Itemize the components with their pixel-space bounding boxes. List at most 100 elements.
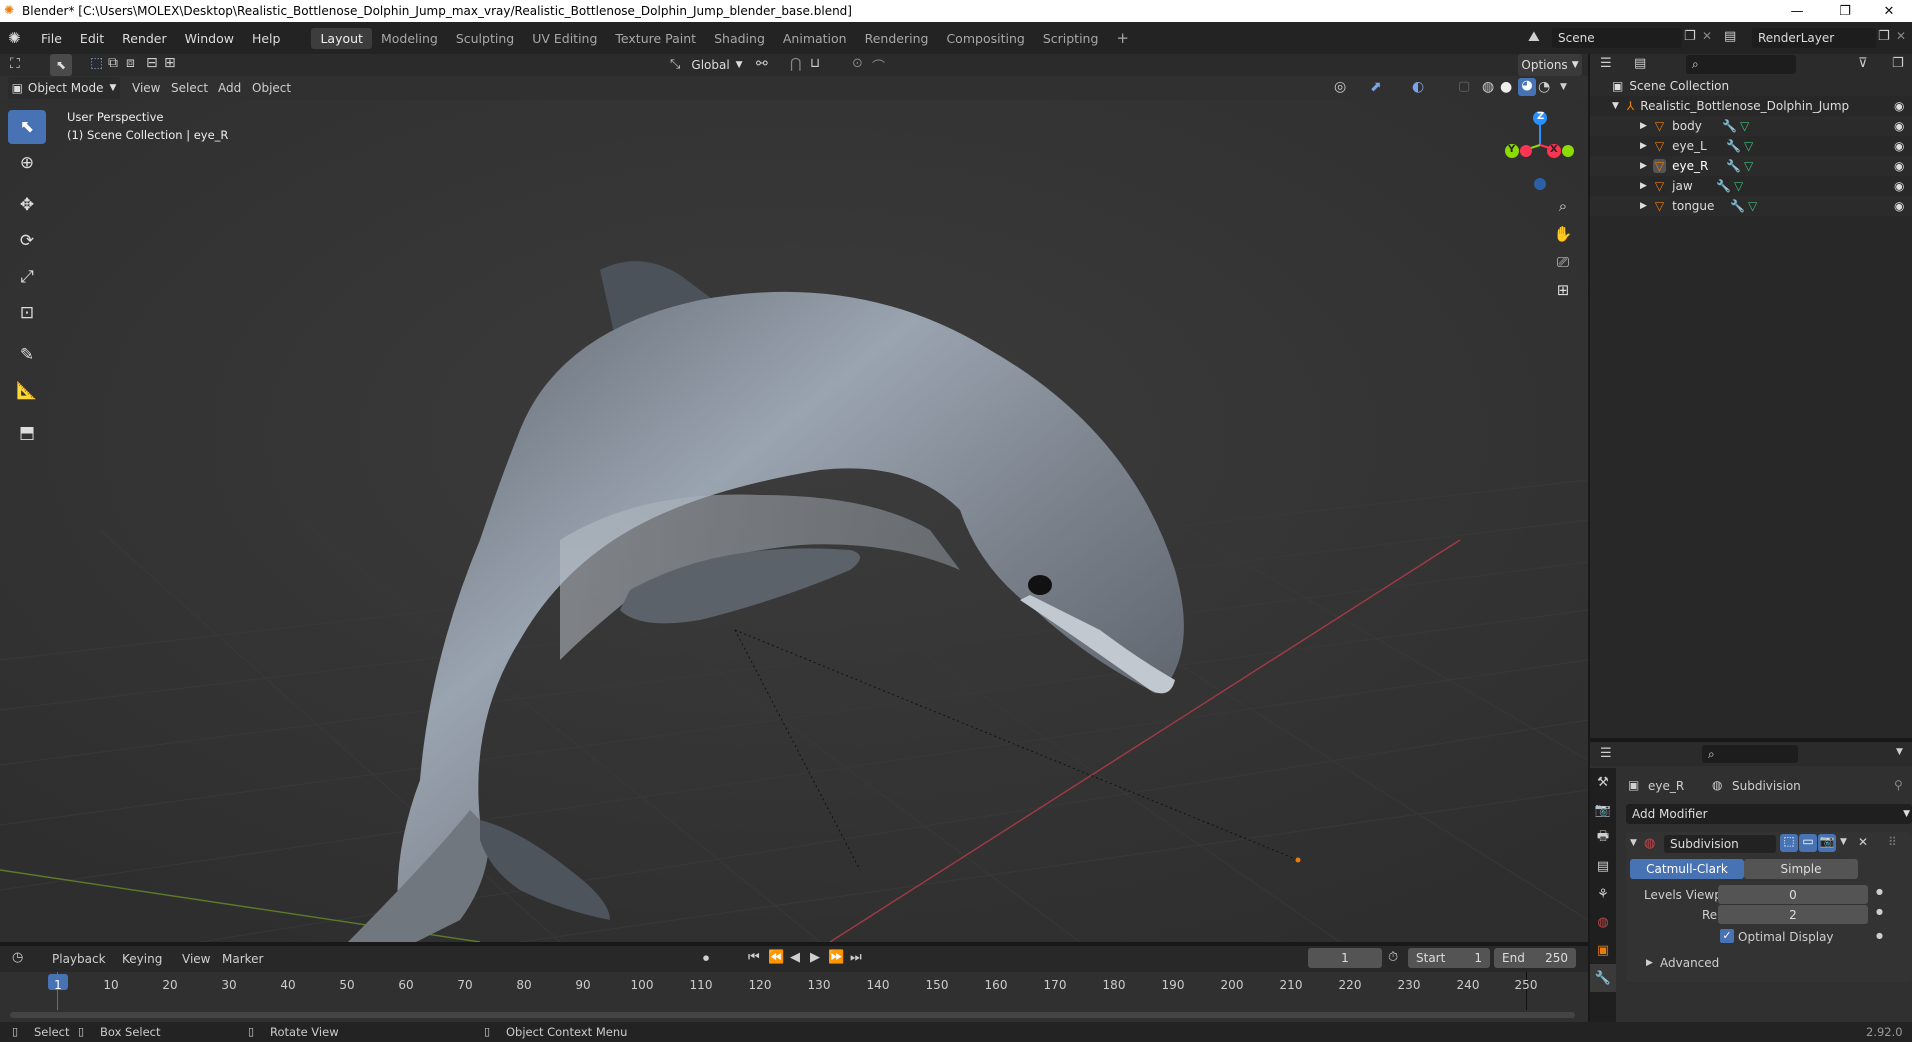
modifier-wrench-icon[interactable]: 🔧: [1722, 119, 1737, 133]
visibility-eye-icon[interactable]: ◉: [1894, 179, 1904, 193]
keyframe-dot-icon[interactable]: ●: [1876, 931, 1883, 940]
simple-button[interactable]: Simple: [1744, 859, 1858, 879]
play-icon[interactable]: ▶: [810, 950, 820, 965]
properties-editor-type-icon[interactable]: ☰: [1600, 746, 1612, 761]
mesh-data-icon[interactable]: ▽: [1748, 199, 1757, 213]
gizmo-toggle-icon[interactable]: ⬈: [1370, 79, 1382, 95]
tab-texture-paint[interactable]: Texture Paint: [606, 28, 705, 49]
expand-arrow-icon[interactable]: ▶: [1640, 121, 1647, 131]
tab-modeling[interactable]: Modeling: [372, 28, 447, 49]
close-window-button[interactable]: ✕: [1866, 0, 1912, 22]
keyframe-dot-icon[interactable]: ●: [1876, 907, 1883, 916]
material-preview-icon[interactable]: ◕: [1518, 78, 1536, 96]
falloff-icon[interactable]: ⌒: [872, 56, 885, 75]
world-tab-icon[interactable]: ◍: [1590, 908, 1616, 936]
tool-tab-icon[interactable]: ⚒: [1590, 768, 1616, 796]
playback-menu[interactable]: Playback: [52, 952, 106, 966]
view-layer-tab-icon[interactable]: ▤: [1590, 852, 1616, 880]
active-tool-icon[interactable]: ⬉: [50, 54, 72, 76]
tab-layout[interactable]: Layout: [311, 27, 372, 49]
expand-arrow-icon[interactable]: ▼: [1612, 101, 1619, 111]
expand-arrow-icon[interactable]: ▶: [1640, 161, 1647, 171]
visibility-icon[interactable]: ◎: [1334, 79, 1346, 95]
timeline-view-menu[interactable]: View: [182, 952, 210, 966]
preview-range-icon[interactable]: ⏱: [1388, 950, 1398, 965]
mesh-data-icon[interactable]: ▽: [1740, 119, 1749, 133]
snap-target-icon[interactable]: ⊔: [810, 56, 820, 71]
drag-handle-icon[interactable]: ⠿: [1888, 835, 1897, 849]
annotate-icon[interactable]: ✎: [8, 338, 46, 372]
add-modifier-dropdown[interactable]: Add Modifier ▼: [1626, 804, 1912, 824]
measure-icon[interactable]: 📐: [8, 374, 46, 408]
end-frame-input[interactable]: End 250: [1494, 948, 1576, 968]
tab-rendering[interactable]: Rendering: [856, 28, 938, 49]
ortho-grid-icon[interactable]: ⊞: [1549, 276, 1577, 304]
render-tab-icon[interactable]: 📷: [1590, 796, 1616, 824]
menu-help[interactable]: Help: [243, 31, 290, 46]
modifier-wrench-icon[interactable]: 🔧: [1726, 139, 1741, 153]
mesh-data-icon[interactable]: ▽: [1744, 139, 1753, 153]
start-frame-input[interactable]: Start 1: [1408, 948, 1490, 968]
select-new-icon[interactable]: ⬚: [90, 55, 103, 71]
expand-arrow-icon[interactable]: ▶: [1640, 141, 1647, 151]
chevron-down-icon[interactable]: ▼: [1560, 82, 1567, 92]
xray-toggle-icon[interactable]: ▢: [1458, 79, 1470, 94]
play-reverse-icon[interactable]: ◀: [790, 950, 800, 965]
new-scene-icon[interactable]: ❐: [1684, 29, 1696, 44]
modifier-tab-icon[interactable]: 🔧: [1590, 964, 1616, 992]
minimize-button[interactable]: —: [1774, 0, 1820, 22]
outliner-row-body[interactable]: ▶ ▽ body 🔧 ▽ ◉: [1590, 116, 1912, 136]
object-tab-icon[interactable]: ▣: [1590, 936, 1616, 964]
properties-search-input[interactable]: ⌕: [1702, 745, 1798, 763]
select-box-icon[interactable]: ⬉: [8, 110, 46, 144]
next-keyframe-icon[interactable]: ⏩: [828, 950, 844, 965]
expand-arrow-icon[interactable]: ▶: [1640, 181, 1647, 191]
collapse-arrow-icon[interactable]: ▼: [1630, 838, 1637, 848]
delete-scene-icon[interactable]: ✕: [1702, 29, 1712, 43]
outliner-editor-type-icon[interactable]: ☰: [1600, 56, 1612, 71]
render-layer-icon[interactable]: ▤: [1724, 29, 1736, 44]
marker-menu[interactable]: Marker: [222, 952, 263, 966]
menu-edit[interactable]: Edit: [71, 31, 113, 46]
visibility-eye-icon[interactable]: ◉: [1894, 199, 1904, 213]
add-menu[interactable]: Add: [218, 81, 241, 95]
expand-arrow-icon[interactable]: ▶: [1640, 201, 1647, 211]
render-toggle-icon[interactable]: 📷: [1818, 834, 1836, 852]
timeline-scrollbar[interactable]: [10, 1012, 1575, 1018]
overlays-toggle-icon[interactable]: ◐: [1412, 79, 1424, 95]
snap-icon[interactable]: ⋂: [790, 56, 801, 72]
modifier-name-input[interactable]: Subdivision: [1664, 835, 1776, 853]
current-frame-input[interactable]: 1: [1308, 948, 1382, 968]
mesh-data-icon[interactable]: ▽: [1734, 179, 1743, 193]
remove-modifier-icon[interactable]: ✕: [1858, 835, 1868, 849]
scene-selector-icon[interactable]: ⛰: [1528, 29, 1540, 45]
tab-compositing[interactable]: Compositing: [937, 28, 1033, 49]
3d-viewport[interactable]: Z Y X User Perspective (1) Scene Collect…: [0, 100, 1588, 942]
select-menu[interactable]: Select: [171, 81, 208, 95]
add-cube-icon[interactable]: ⬒: [8, 416, 46, 450]
render-levels-input[interactable]: 2: [1718, 905, 1868, 924]
menu-render[interactable]: Render: [113, 31, 176, 46]
camera-view-icon[interactable]: ⎚: [1549, 248, 1577, 276]
pan-hand-icon[interactable]: ✋: [1549, 220, 1577, 248]
options-dropdown[interactable]: Options ▼: [1518, 54, 1582, 76]
jump-end-icon[interactable]: ⏭: [850, 950, 862, 965]
new-collection-icon[interactable]: ❐: [1892, 56, 1904, 71]
expand-arrow-icon[interactable]: ▶: [1646, 958, 1653, 968]
maximize-button[interactable]: ❐: [1822, 0, 1868, 22]
modifier-wrench-icon[interactable]: 🔧: [1716, 179, 1731, 193]
prev-keyframe-icon[interactable]: ⏪: [768, 950, 784, 965]
tab-shading[interactable]: Shading: [705, 28, 774, 49]
visibility-eye-icon[interactable]: ◉: [1894, 139, 1904, 153]
outliner-row-jaw[interactable]: ▶ ▽ jaw 🔧 ▽ ◉: [1590, 176, 1912, 196]
tab-sculpting[interactable]: Sculpting: [447, 28, 523, 49]
tab-scripting[interactable]: Scripting: [1034, 28, 1108, 49]
select-extend-icon[interactable]: ⧉: [108, 55, 118, 71]
outliner-row-eye-r[interactable]: ▶ ▽ eye_R 🔧 ▽ ◉: [1590, 156, 1912, 176]
view-menu[interactable]: View: [132, 81, 160, 95]
tab-uv-editing[interactable]: UV Editing: [523, 28, 606, 49]
editor-type-icon[interactable]: ⛶: [10, 56, 20, 72]
tab-animation[interactable]: Animation: [774, 28, 856, 49]
outliner-row-scene-collection[interactable]: ▣ Scene Collection: [1590, 76, 1912, 96]
jump-start-icon[interactable]: ⏮: [748, 950, 760, 965]
